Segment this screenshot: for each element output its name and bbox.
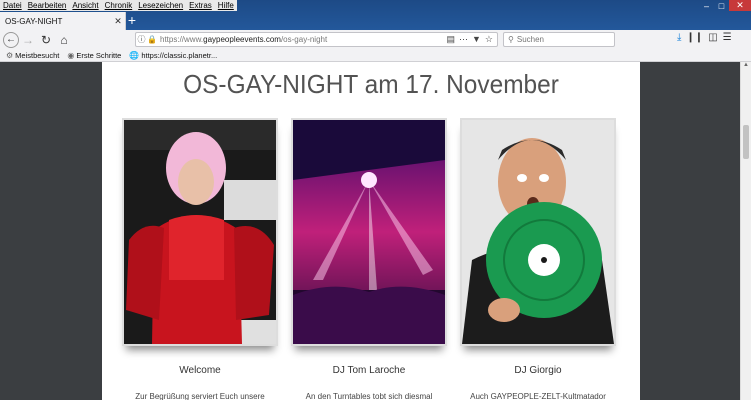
dj-giorgio-photo: [462, 120, 614, 344]
url-bar[interactable]: ⓘ 🔒 https://www.gaypeopleevents.com/os-g…: [135, 32, 498, 47]
url-prefix: https://www.: [160, 35, 204, 44]
page-viewport: OS-GAY-NIGHT am 17. November Welcome DJ …: [0, 62, 740, 400]
back-arrow-icon[interactable]: ←: [3, 31, 19, 48]
bookmark-label: Erste Schritte: [76, 50, 122, 60]
card-image-welcome[interactable]: [122, 118, 278, 346]
sidebar-icon[interactable]: ◫: [708, 32, 717, 43]
card-caption-dj-tom-laroche: DJ Tom Laroche: [332, 365, 406, 376]
home-icon[interactable]: ⌂: [55, 31, 73, 49]
bookmark-planetr[interactable]: 🌐 https://classic.planetr...: [129, 51, 217, 60]
tab-title: OS-GAY-NIGHT: [5, 16, 63, 26]
menu-bar: Datei Bearbeiten Ansicht Chronik Lesezei…: [0, 0, 237, 11]
maximize-icon[interactable]: □: [714, 0, 729, 11]
window-controls: – □ ✕: [699, 0, 751, 11]
card-caption-welcome: Welcome: [179, 365, 221, 376]
search-input[interactable]: [516, 35, 607, 44]
scrollbar-thumb[interactable]: [743, 125, 749, 159]
info-icon[interactable]: ⓘ: [136, 34, 147, 45]
lock-icon: 🔒: [147, 35, 157, 44]
download-icon[interactable]: ⤓: [677, 32, 681, 43]
card-image-dj-giorgio[interactable]: [460, 118, 616, 346]
bookmark-meistbesucht[interactable]: ⚙ Meistbesucht: [6, 51, 59, 60]
url-path: /os-gay-night: [280, 35, 328, 44]
reader-view-icon[interactable]: ▤: [446, 34, 455, 45]
menu-hilfe[interactable]: Hilfe: [215, 0, 237, 11]
menu-ansicht[interactable]: Ansicht: [69, 0, 101, 11]
menu-chronik[interactable]: Chronik: [102, 0, 136, 11]
bookmark-erste-schritte[interactable]: ◉ Erste Schritte: [67, 51, 121, 60]
search-icon: ⚲: [508, 35, 514, 44]
globe-icon: 🌐: [129, 50, 140, 60]
reload-icon[interactable]: ↻: [37, 31, 55, 49]
dj-tom-photo: [293, 120, 445, 344]
browser-tab[interactable]: OS-GAY-NIGHT ✕: [0, 12, 126, 30]
forward-arrow-icon[interactable]: →: [19, 31, 37, 49]
page-title: OS-GAY-NIGHT am 17. November: [183, 69, 559, 99]
card-caption-dj-giorgio: DJ Giorgio: [514, 365, 562, 376]
search-bar[interactable]: ⚲: [503, 32, 615, 47]
scroll-up-arrow-icon[interactable]: ▲: [741, 62, 751, 72]
gear-icon: ⚙: [6, 50, 14, 60]
bookmarks-bar: ⚙ Meistbesucht ◉ Erste Schritte 🌐 https://c…: [0, 49, 751, 62]
url-domain: gaypeopleevents.com: [203, 35, 281, 44]
bookmark-star-icon[interactable]: ☆: [485, 34, 493, 45]
card-description-dj-tom-laroche: An den Turntables tobt sich diesmal: [305, 392, 433, 400]
url-text[interactable]: https://www.gaypeopleevents.com/os-gay-n…: [160, 35, 446, 44]
more-actions-icon[interactable]: ⋯: [459, 34, 468, 45]
menu-icon[interactable]: ☰: [723, 32, 732, 43]
close-window-icon[interactable]: ✕: [729, 0, 751, 11]
menu-bearbeiten[interactable]: Bearbeiten: [25, 0, 70, 11]
new-tab-icon[interactable]: +: [126, 13, 138, 29]
menu-extras[interactable]: Extras: [186, 0, 215, 11]
bookmark-label: Meistbesucht: [15, 50, 60, 60]
toolbar-icons: ⤓ ❙❙ ◫ ☰: [677, 32, 732, 43]
welcome-photo: [124, 120, 276, 344]
card-description-dj-giorgio: Auch GAYPEOPLE-ZELT-Kultmatador: [470, 392, 606, 400]
card-description-welcome: Zur Begrüßung serviert Euch unsere: [135, 392, 265, 400]
pocket-icon[interactable]: ▼: [472, 34, 481, 45]
bookmark-label: https://classic.planetr...: [141, 50, 218, 60]
firefox-icon: ◉: [67, 50, 75, 60]
library-icon[interactable]: ❙❙: [686, 32, 703, 43]
menu-datei[interactable]: Datei: [0, 0, 25, 11]
menu-lesezeichen[interactable]: Lesezeichen: [135, 0, 186, 11]
vertical-scrollbar[interactable]: ▲: [740, 62, 751, 400]
minimize-icon[interactable]: –: [699, 0, 714, 11]
card-image-dj-tom-laroche[interactable]: [291, 118, 447, 346]
tab-close-icon[interactable]: ✕: [111, 16, 125, 27]
